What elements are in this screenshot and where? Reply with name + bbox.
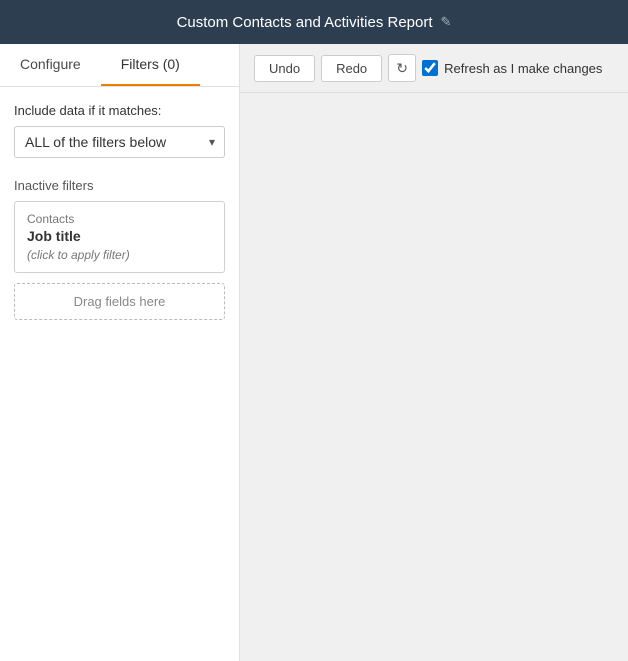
filter-mode-select[interactable]: ALL of the filters below ANY of the filt… bbox=[14, 126, 225, 158]
include-label: Include data if it matches: bbox=[14, 103, 225, 118]
filter-card-name: Job title bbox=[27, 228, 212, 244]
refresh-label-text: Refresh as I make changes bbox=[444, 61, 602, 76]
top-bar: Custom Contacts and Activities Report ✎ bbox=[0, 0, 628, 44]
right-panel: Undo Redo ↻ Refresh as I make changes bbox=[240, 44, 628, 661]
report-title: Custom Contacts and Activities Report bbox=[177, 14, 433, 31]
drag-zone-label: Drag fields here bbox=[74, 294, 166, 309]
edit-icon[interactable]: ✎ bbox=[441, 14, 452, 30]
refresh-icon: ↻ bbox=[396, 60, 408, 77]
refresh-checkbox[interactable] bbox=[422, 60, 438, 76]
redo-button[interactable]: Redo bbox=[321, 55, 382, 82]
filter-card[interactable]: Contacts Job title (click to apply filte… bbox=[14, 201, 225, 273]
refresh-checkbox-label[interactable]: Refresh as I make changes bbox=[422, 60, 602, 76]
right-content bbox=[240, 93, 628, 661]
tabs-row: Configure Filters (0) bbox=[0, 44, 239, 87]
filter-card-category: Contacts bbox=[27, 212, 212, 226]
left-panel: Configure Filters (0) Include data if it… bbox=[0, 44, 240, 661]
left-panel-body: Include data if it matches: ALL of the f… bbox=[0, 87, 239, 661]
inactive-filters-label: Inactive filters bbox=[14, 178, 225, 193]
tab-configure[interactable]: Configure bbox=[0, 44, 101, 86]
undo-button[interactable]: Undo bbox=[254, 55, 315, 82]
tab-filters[interactable]: Filters (0) bbox=[101, 44, 200, 86]
filter-card-action: (click to apply filter) bbox=[27, 248, 212, 262]
filter-mode-select-wrapper: ALL of the filters below ANY of the filt… bbox=[14, 126, 225, 158]
toolbar-row: Undo Redo ↻ Refresh as I make changes bbox=[240, 44, 628, 93]
drag-zone: Drag fields here bbox=[14, 283, 225, 320]
refresh-icon-button[interactable]: ↻ bbox=[388, 54, 416, 82]
